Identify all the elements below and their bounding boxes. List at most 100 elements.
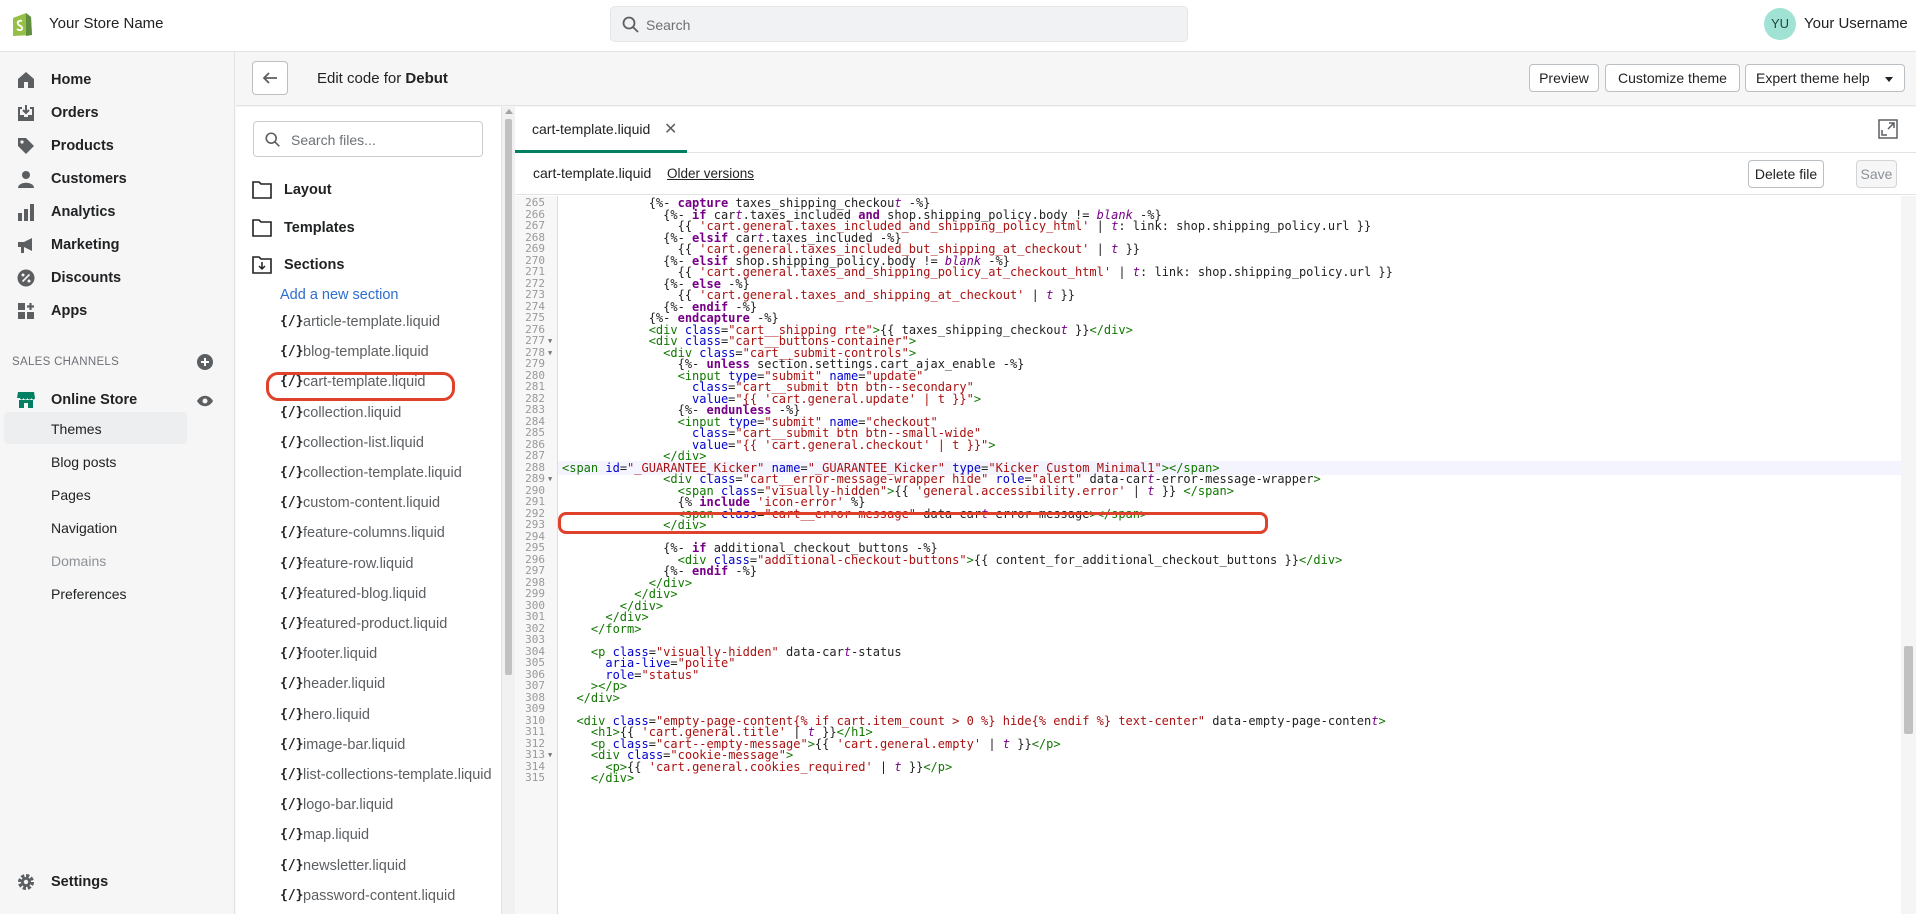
current-file-name: cart-template.liquid: [533, 165, 652, 181]
nav-domains[interactable]: Domains: [4, 544, 187, 576]
close-icon[interactable]: ✕: [664, 119, 677, 139]
shopify-logo-icon[interactable]: [10, 10, 34, 38]
apps-icon: [18, 303, 34, 319]
bar-chart-icon: [18, 204, 34, 221]
file-name: article-template.liquid: [303, 314, 441, 330]
username[interactable]: Your Username: [1804, 15, 1908, 32]
line-number-gutter: 265 266 267 268 269 270 271 272 273 274 275 276 277 ▼…: [515, 196, 558, 914]
nav-pages[interactable]: Pages: [4, 478, 187, 510]
nav-analytics[interactable]: Analytics: [0, 196, 235, 228]
file-code-icon: {/}: [280, 585, 304, 601]
orders-icon: [18, 105, 34, 121]
nav-blog-posts[interactable]: Blog posts: [4, 445, 187, 477]
page-title: Edit code for Debut: [317, 70, 448, 87]
code-area[interactable]: 265 266 267 268 269 270 271 272 273 274 275 276 277 ▼…: [515, 196, 1901, 914]
search-files-input[interactable]: Search files...: [253, 121, 483, 157]
file-name: list-collections-template.liquid: [303, 767, 492, 783]
back-button[interactable]: [252, 61, 288, 95]
folder-icon: [252, 181, 272, 199]
discount-icon: [17, 269, 35, 287]
file-name: map.liquid: [303, 827, 370, 844]
file-name: collection.liquid: [303, 404, 402, 421]
file-code-icon: {/}: [280, 676, 304, 692]
add-sales-channel-button[interactable]: [197, 354, 213, 370]
nav-preferences[interactable]: Preferences: [4, 577, 187, 609]
code-scrollbar-thumb[interactable]: [1904, 646, 1913, 734]
file-name: footer.liquid: [303, 646, 378, 663]
file-code-icon: {/}: [280, 767, 304, 782]
search-icon: [622, 16, 639, 33]
file-name: blog-template.liquid: [303, 344, 429, 361]
file-name: newsletter.liquid: [303, 857, 407, 874]
customize-theme-button[interactable]: Customize theme: [1605, 64, 1740, 92]
global-search-input[interactable]: Search: [610, 6, 1188, 42]
nav-themes[interactable]: Themes: [4, 412, 187, 444]
file-browser: Search files... Layout Templates Section…: [236, 107, 502, 914]
fold-arrow-icon[interactable]: ▼: [548, 748, 552, 762]
code-scrollbar[interactable]: [1901, 196, 1916, 914]
file-list-scrollbar[interactable]: [502, 107, 515, 914]
nav-settings[interactable]: Settings: [0, 866, 235, 898]
older-versions-link[interactable]: Older versions: [667, 166, 754, 181]
add-new-section-link[interactable]: Add a new section: [280, 287, 399, 303]
nav-orders[interactable]: Orders: [0, 97, 235, 129]
nav-products[interactable]: Products: [0, 130, 235, 162]
file-code-icon: {/}: [280, 857, 304, 873]
nav-home[interactable]: Home: [0, 64, 235, 96]
file-code-icon: {/}: [280, 344, 304, 360]
expert-theme-help-button[interactable]: Expert theme help: [1745, 64, 1905, 92]
file-name: logo-bar.liquid: [303, 797, 394, 814]
fold-arrow-icon[interactable]: ▼: [548, 346, 552, 360]
highlight-annotation-code: [558, 512, 1268, 534]
store-icon: [17, 392, 35, 408]
code-line: </form>: [590, 621, 642, 636]
folder-open-icon: [252, 256, 272, 274]
file-code-icon: {/}: [280, 797, 304, 813]
tag-icon: [18, 138, 34, 154]
file-code-icon: {/}: [280, 404, 304, 420]
file-name: feature-columns.liquid: [303, 525, 445, 542]
arrow-left-icon: [262, 72, 277, 84]
nav-discounts[interactable]: Discounts: [0, 262, 235, 294]
file-code-icon: {/}: [280, 495, 304, 511]
tab-cart-template[interactable]: cart-template.liquid ✕: [515, 107, 687, 153]
file-code-icon: {/}: [280, 314, 304, 329]
nav-apps[interactable]: Apps: [0, 295, 235, 327]
file-name: password-content.liquid: [303, 887, 456, 904]
file-name: feature-row.liquid: [303, 555, 414, 572]
file-code-icon: {/}: [280, 616, 304, 631]
expand-icon[interactable]: [1878, 119, 1898, 139]
scrollbar-thumb[interactable]: [505, 119, 512, 675]
file-code-icon: {/}: [280, 887, 304, 903]
store-name[interactable]: Your Store Name: [49, 15, 164, 32]
fold-arrow-icon[interactable]: ▼: [548, 472, 552, 486]
file-toolbar: cart-template.liquid Older versions Dele…: [515, 153, 1916, 195]
file-code-icon: {/}: [280, 646, 304, 662]
file-name: hero.liquid: [303, 706, 370, 723]
nav-marketing[interactable]: Marketing: [0, 229, 235, 261]
file-code-icon: {/}: [280, 555, 304, 571]
preview-button[interactable]: Preview: [1529, 64, 1599, 92]
file-name: featured-blog.liquid: [303, 585, 427, 602]
search-placeholder: Search: [646, 17, 691, 33]
file-name: header.liquid: [303, 676, 386, 693]
avatar[interactable]: YU: [1764, 8, 1796, 40]
code-line: </div>: [576, 690, 620, 705]
file-code-icon: {/}: [280, 434, 304, 450]
file-name: collection-list.liquid: [303, 434, 424, 451]
search-icon: [265, 132, 280, 147]
eye-icon[interactable]: [196, 395, 214, 407]
code-editor-panel: cart-template.liquid ✕ cart-template.liq…: [515, 107, 1916, 914]
nav-navigation[interactable]: Navigation: [4, 511, 187, 543]
caret-down-icon: [1885, 77, 1893, 82]
scroll-up-arrow-icon[interactable]: [505, 109, 513, 114]
delete-file-button[interactable]: Delete file: [1748, 160, 1824, 188]
highlight-annotation: [266, 372, 455, 401]
gear-icon: [18, 874, 34, 890]
nav-customers[interactable]: Customers: [0, 163, 235, 195]
file-name: collection-template.liquid: [303, 465, 462, 481]
line-number: 315: [525, 771, 545, 784]
megaphone-icon: [18, 238, 32, 253]
editor-tabs: cart-template.liquid ✕: [515, 107, 1916, 153]
save-button[interactable]: Save: [1856, 160, 1897, 188]
